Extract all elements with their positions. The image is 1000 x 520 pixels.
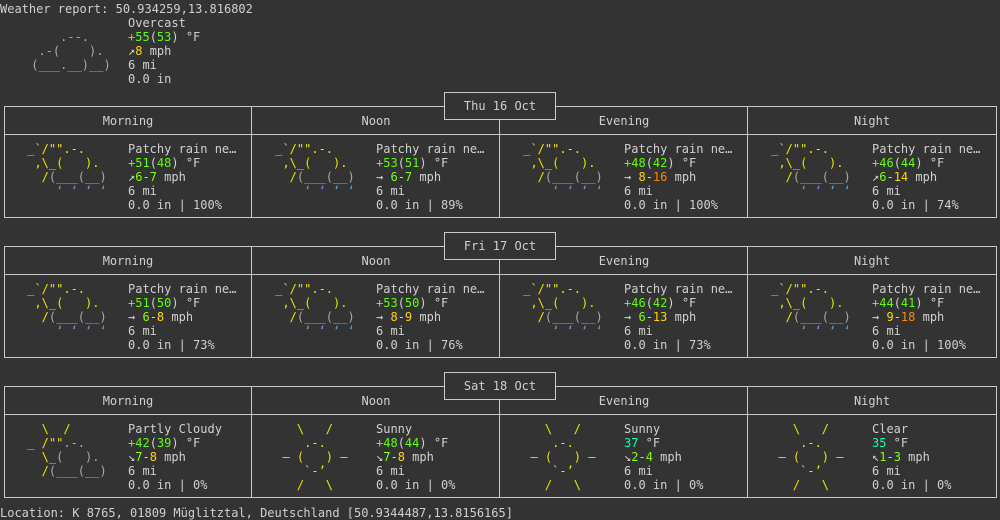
slot-wind: ↗6-14 mph <box>872 170 938 184</box>
slot-visibility: 6 mi <box>376 464 405 478</box>
slot-visibility: 6 mi <box>376 324 405 338</box>
slot-condition: Clear <box>872 422 909 436</box>
slot-temperature: +44(41) °F <box>872 296 945 310</box>
sun-icon: \ / .-. ― ( ) ― `-’ / \ <box>516 422 610 492</box>
slot-temperature: +53(51) °F <box>376 156 449 170</box>
slot-precipitation: 0.0 in | 74% <box>872 198 959 212</box>
slot-precipitation: 0.0 in | 100% <box>872 338 966 352</box>
partly-cloudy-icon: \ / _ /"".-. \_( ). /(___(__) <box>20 422 114 478</box>
slot-temperature: 37 °F <box>624 436 661 450</box>
period-label: Morning <box>102 394 154 408</box>
slot-precipitation: 0.0 in | 100% <box>624 198 718 212</box>
period-label: Evening <box>598 114 650 128</box>
slot-visibility: 6 mi <box>128 464 157 478</box>
period-label: Night <box>853 114 891 128</box>
current-precipitation: 0.0 in <box>128 72 172 86</box>
slot-precipitation: 0.0 in | 76% <box>376 338 463 352</box>
slot-temperature: +51(48) °F <box>128 156 201 170</box>
rain-icon: _`/"".-. ,\_( ). /(___(__) ‘ ‘ ‘ ‘ <box>268 282 362 338</box>
slot-visibility: 6 mi <box>376 184 405 198</box>
slot-wind: ↖1-3 mph <box>872 450 930 464</box>
rain-icon: _`/"".-. ,\_( ). /(___(__) ‘ ‘ ‘ ‘ <box>20 142 114 198</box>
slot-wind: → 6-13 mph <box>624 310 697 324</box>
report-title: Weather report: 50.934259,13.816802 <box>0 2 253 16</box>
slot-visibility: 6 mi <box>624 324 653 338</box>
slot-condition: Patchy rain ne… <box>128 142 237 156</box>
day-header-separator <box>4 414 997 415</box>
slot-wind: → 8-9 mph <box>376 310 442 324</box>
slot-temperature: +48(42) °F <box>624 156 697 170</box>
rain-icon: _`/"".-. ,\_( ). /(___(__) ‘ ‘ ‘ ‘ <box>268 142 362 198</box>
slot-visibility: 6 mi <box>128 184 157 198</box>
slot-visibility: 6 mi <box>872 464 901 478</box>
slot-condition: Patchy rain ne… <box>624 282 733 296</box>
slot-wind: ↘2-4 mph <box>624 450 682 464</box>
current-visibility: 6 mi <box>128 58 157 72</box>
slot-wind: → 6-8 mph <box>128 310 194 324</box>
slot-condition: Partly Cloudy <box>128 422 222 436</box>
slot-visibility: 6 mi <box>872 324 901 338</box>
slot-precipitation: 0.0 in | 0% <box>128 478 208 492</box>
slot-temperature: +53(50) °F <box>376 296 449 310</box>
rain-icon: _`/"".-. ,\_( ). /(___(__) ‘ ‘ ‘ ‘ <box>764 142 858 198</box>
period-label: Evening <box>598 254 650 268</box>
slot-precipitation: 0.0 in | 0% <box>872 478 952 492</box>
day-header-separator <box>4 134 997 135</box>
slot-wind: → 6-7 mph <box>376 170 442 184</box>
slot-condition: Patchy rain ne… <box>872 142 981 156</box>
slot-condition: Patchy rain ne… <box>376 282 485 296</box>
sun-icon: \ / .-. ― ( ) ― `-’ / \ <box>764 422 858 492</box>
sun-icon: \ / .-. ― ( ) ― `-’ / \ <box>268 422 362 492</box>
period-label: Noon <box>361 114 391 128</box>
slot-condition: Patchy rain ne… <box>128 282 237 296</box>
period-label: Night <box>853 254 891 268</box>
slot-temperature: +51(50) °F <box>128 296 201 310</box>
slot-precipitation: 0.0 in | 73% <box>128 338 215 352</box>
slot-visibility: 6 mi <box>872 184 901 198</box>
current-temperature: +55(53) °F <box>128 30 201 44</box>
slot-precipitation: 0.0 in | 0% <box>376 478 456 492</box>
period-label: Night <box>853 394 891 408</box>
slot-wind: ↘7-8 mph <box>376 450 434 464</box>
period-label: Evening <box>598 394 650 408</box>
current-condition: Overcast <box>128 16 186 30</box>
slot-condition: Sunny <box>624 422 661 436</box>
rain-icon: _`/"".-. ,\_( ). /(___(__) ‘ ‘ ‘ ‘ <box>764 282 858 338</box>
period-label: Morning <box>102 114 154 128</box>
slot-visibility: 6 mi <box>128 324 157 338</box>
day-header-separator <box>4 274 997 275</box>
slot-temperature: +42(39) °F <box>128 436 201 450</box>
slot-temperature: +46(44) °F <box>872 156 945 170</box>
slot-precipitation: 0.0 in | 100% <box>128 198 222 212</box>
slot-temperature: 35 °F <box>872 436 909 450</box>
period-label: Noon <box>361 394 391 408</box>
slot-precipitation: 0.0 in | 89% <box>376 198 463 212</box>
period-label: Morning <box>102 254 154 268</box>
slot-wind: → 9-18 mph <box>872 310 945 324</box>
slot-condition: Patchy rain ne… <box>624 142 733 156</box>
slot-precipitation: 0.0 in | 73% <box>624 338 711 352</box>
rain-icon: _`/"".-. ,\_( ). /(___(__) ‘ ‘ ‘ ‘ <box>516 142 610 198</box>
period-label: Noon <box>361 254 391 268</box>
slot-wind: → 8-16 mph <box>624 170 697 184</box>
slot-visibility: 6 mi <box>624 464 653 478</box>
slot-wind: ↘7-8 mph <box>128 450 186 464</box>
slot-visibility: 6 mi <box>624 184 653 198</box>
slot-precipitation: 0.0 in | 0% <box>624 478 704 492</box>
rain-icon: _`/"".-. ,\_( ). /(___(__) ‘ ‘ ‘ ‘ <box>20 282 114 338</box>
current-wind: ↗8 mph <box>128 44 172 58</box>
rain-icon: _`/"".-. ,\_( ). /(___(__) ‘ ‘ ‘ ‘ <box>516 282 610 338</box>
slot-wind: ↗6-7 mph <box>128 170 186 184</box>
slot-condition: Sunny <box>376 422 413 436</box>
slot-condition: Patchy rain ne… <box>376 142 485 156</box>
slot-temperature: +48(44) °F <box>376 436 449 450</box>
slot-condition: Patchy rain ne… <box>872 282 981 296</box>
slot-temperature: +46(42) °F <box>624 296 697 310</box>
cloud-icon: .--. .-( ). (___.__)__) <box>31 30 111 72</box>
